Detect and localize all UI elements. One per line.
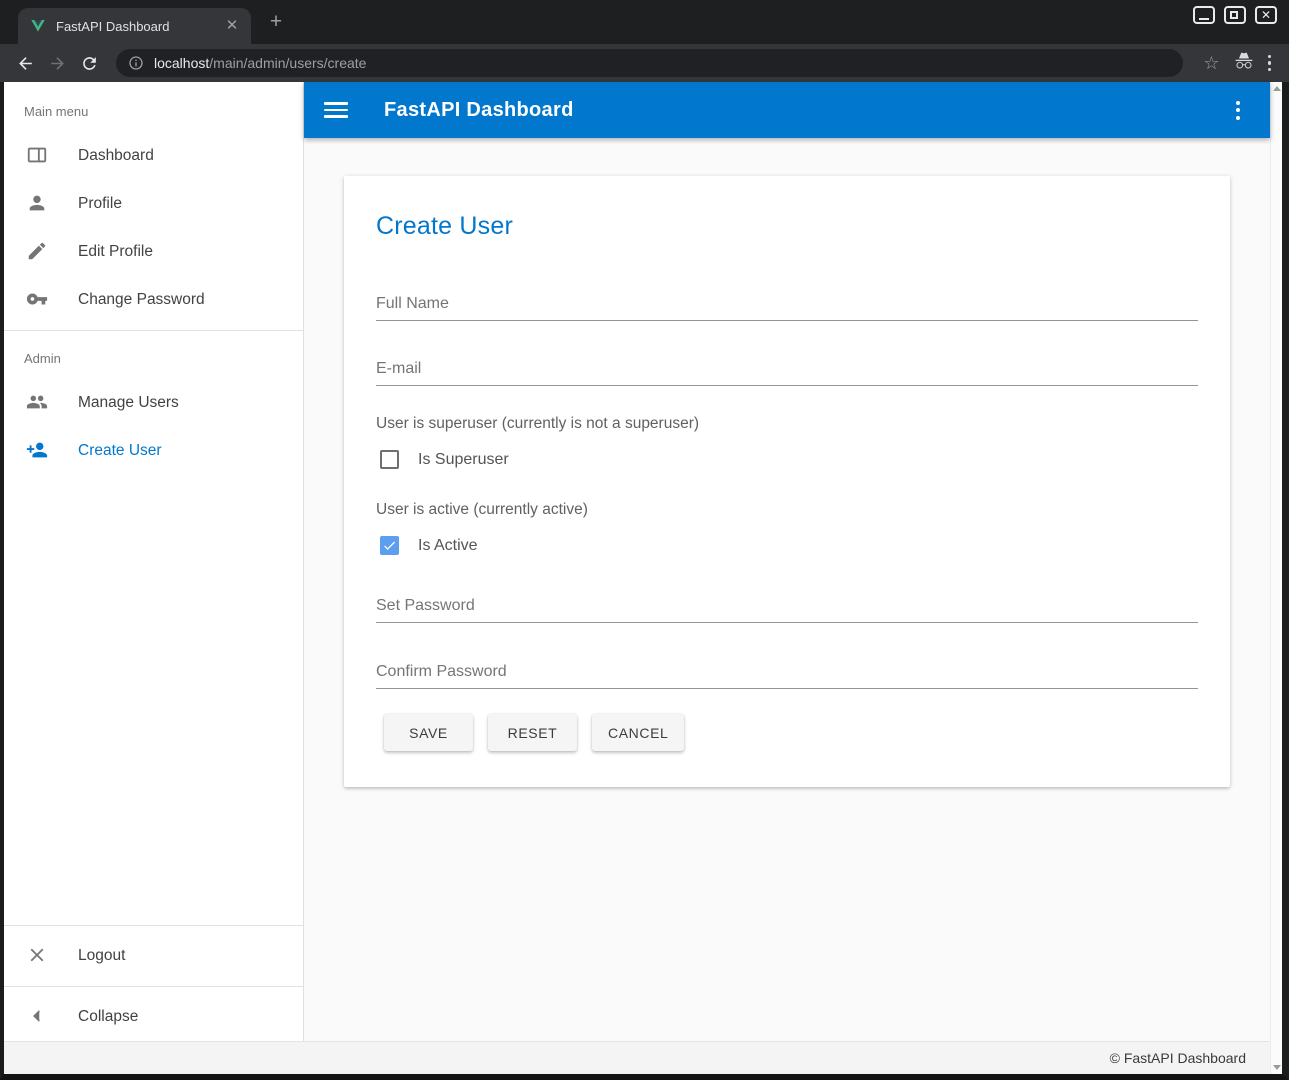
sidebar-item-label: Edit Profile — [78, 243, 153, 261]
browser-titlebar: FastAPI Dashboard ✕ + ✕ — [0, 0, 1289, 44]
create-user-card: Create User User is superuser (currently… — [344, 176, 1230, 787]
url-bar[interactable]: localhost/main/admin/users/create — [116, 49, 1183, 77]
scroll-down-arrow-icon[interactable] — [1273, 1065, 1281, 1070]
sidebar-section-admin: Admin — [4, 337, 303, 379]
sidebar-item-label: Logout — [78, 947, 125, 965]
main-column: FastAPI Dashboard Create User — [304, 82, 1270, 1041]
key-icon — [26, 288, 50, 312]
hamburger-menu-icon[interactable] — [324, 98, 348, 122]
sidebar-item-create-user[interactable]: Create User — [4, 427, 303, 475]
pencil-icon — [26, 240, 50, 264]
page-frame: Main menu Dashboard Profile — [0, 82, 1289, 1080]
sidebar-item-label: Dashboard — [78, 147, 154, 165]
browser-window: FastAPI Dashboard ✕ + ✕ localhost/main/a… — [0, 0, 1289, 1080]
dashboard-icon — [26, 144, 50, 168]
page-footer: © FastAPI Dashboard — [4, 1041, 1270, 1074]
checkbox-label: Is Active — [418, 537, 478, 555]
sidebar-item-label: Manage Users — [78, 394, 179, 412]
browser-tab[interactable]: FastAPI Dashboard ✕ — [18, 8, 251, 44]
form-buttons: SAVE RESET CANCEL — [376, 714, 1198, 751]
save-button[interactable]: SAVE — [384, 714, 473, 751]
chevron-left-icon — [26, 1005, 50, 1029]
toolbar-right: ☆ — [1197, 51, 1277, 76]
tab-title: FastAPI Dashboard — [56, 19, 223, 34]
sidebar-section-main-menu: Main menu — [4, 90, 303, 132]
close-window-button[interactable]: ✕ — [1255, 6, 1277, 24]
set-password-input[interactable] — [376, 597, 1198, 615]
url-path: /main/admin/users/create — [209, 55, 366, 71]
vertical-scrollbar[interactable] — [1270, 82, 1282, 1074]
superuser-hint: User is superuser (currently is not a su… — [376, 415, 1198, 433]
browser-toolbar: localhost/main/admin/users/create ☆ — [0, 44, 1289, 82]
checkbox-label: Is Superuser — [418, 451, 509, 469]
sidebar: Main menu Dashboard Profile — [4, 82, 304, 1041]
sidebar-item-dashboard[interactable]: Dashboard — [4, 132, 303, 180]
card-title: Create User — [376, 212, 1198, 241]
sidebar-item-edit-profile[interactable]: Edit Profile — [4, 228, 303, 276]
is-active-checkbox-row[interactable]: Is Active — [376, 536, 1198, 555]
vue-favicon-icon — [30, 18, 46, 34]
sidebar-item-label: Profile — [78, 195, 122, 213]
sidebar-divider — [4, 330, 303, 331]
active-hint: User is active (currently active) — [376, 501, 1198, 519]
page-content: Create User User is superuser (currently… — [304, 138, 1270, 1041]
sidebar-spacer — [4, 475, 303, 919]
full-name-input[interactable] — [376, 295, 1198, 313]
forward-button[interactable] — [44, 50, 70, 76]
maximize-button[interactable] — [1224, 6, 1246, 24]
incognito-icon — [1234, 51, 1254, 76]
confirm-password-input[interactable] — [376, 663, 1198, 681]
full-name-field — [376, 295, 1198, 321]
is-superuser-checkbox[interactable] — [380, 450, 399, 469]
reset-button[interactable]: RESET — [488, 714, 577, 751]
sidebar-item-manage-users[interactable]: Manage Users — [4, 379, 303, 427]
url-host: localhost — [154, 55, 209, 71]
browser-menu-icon[interactable] — [1268, 55, 1272, 72]
sidebar-divider — [4, 925, 303, 926]
sidebar-item-profile[interactable]: Profile — [4, 180, 303, 228]
tab-close-icon[interactable]: ✕ — [223, 17, 241, 35]
sidebar-item-logout[interactable]: Logout — [4, 932, 303, 980]
appbar-menu-icon[interactable] — [1230, 95, 1246, 126]
set-password-field — [376, 597, 1198, 623]
sidebar-item-label: Create User — [78, 442, 162, 460]
window-controls: ✕ — [1193, 6, 1277, 24]
person-icon — [26, 192, 50, 216]
email-input[interactable] — [376, 360, 1198, 378]
page-info-icon[interactable] — [128, 55, 144, 71]
minimize-button[interactable] — [1193, 6, 1215, 24]
confirm-password-field — [376, 663, 1198, 689]
app-bar: FastAPI Dashboard — [304, 82, 1270, 138]
url-text: localhost/main/admin/users/create — [154, 55, 366, 71]
copyright-text: © FastAPI Dashboard — [1110, 1050, 1246, 1066]
sidebar-item-label: Collapse — [78, 1008, 138, 1026]
email-field — [376, 360, 1198, 386]
new-tab-button[interactable]: + — [263, 10, 289, 36]
is-superuser-checkbox-row[interactable]: Is Superuser — [376, 450, 1198, 469]
close-icon — [26, 944, 50, 968]
back-button[interactable] — [12, 50, 38, 76]
sidebar-item-label: Change Password — [78, 291, 205, 309]
sidebar-divider — [4, 986, 303, 987]
cancel-button[interactable]: CANCEL — [592, 714, 684, 751]
bookmark-star-icon[interactable]: ☆ — [1203, 53, 1219, 74]
is-active-checkbox[interactable] — [380, 536, 399, 555]
person-add-icon — [26, 439, 50, 463]
sidebar-item-change-password[interactable]: Change Password — [4, 276, 303, 324]
app-title: FastAPI Dashboard — [384, 99, 574, 122]
sidebar-item-collapse[interactable]: Collapse — [4, 993, 303, 1041]
scroll-up-arrow-icon[interactable] — [1273, 86, 1281, 91]
reload-button[interactable] — [76, 50, 102, 76]
people-icon — [26, 391, 50, 415]
